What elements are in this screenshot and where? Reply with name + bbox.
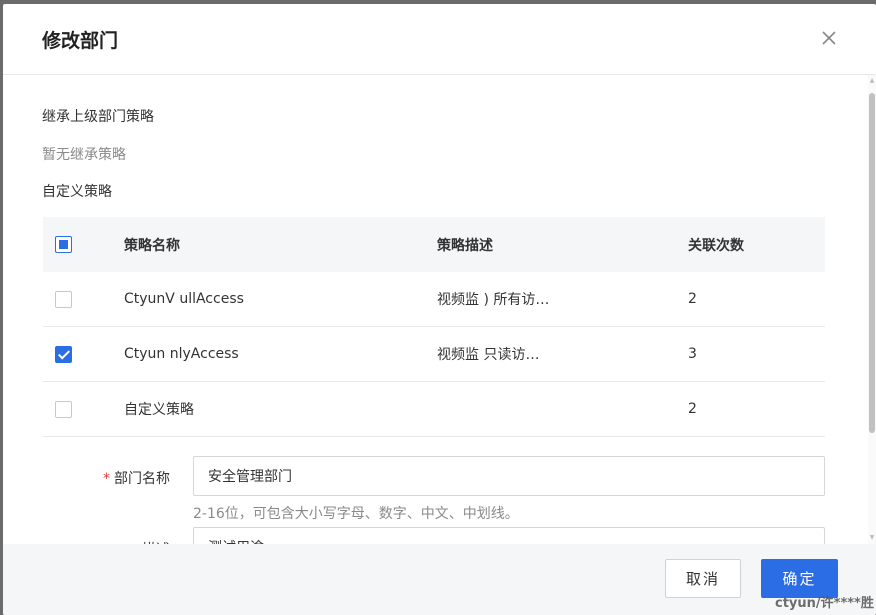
policy-name: 自定义策略 xyxy=(124,402,194,418)
inherited-policy-empty: 暂无继承策略 xyxy=(42,147,126,163)
row-checkbox[interactable] xyxy=(55,345,72,363)
dialog-title: 修改部门 xyxy=(42,30,119,52)
required-mark: * xyxy=(103,471,110,487)
table-header: 策略名称 策略描述 关联次数 xyxy=(43,217,825,272)
policy-desc: 视频监 ) 所有访… xyxy=(437,292,550,308)
close-icon[interactable] xyxy=(820,29,838,47)
policy-count: 2 xyxy=(688,401,697,417)
desc-input[interactable] xyxy=(193,527,825,544)
dialog-header: 修改部门 xyxy=(3,4,876,75)
dialog-footer: 取消 确定 xyxy=(3,544,876,615)
table-row[interactable]: CtyunV ullAccess 视频监 ) 所有访… 2 xyxy=(43,272,825,327)
scroll-thumb[interactable] xyxy=(869,93,875,433)
policy-count: 2 xyxy=(688,291,697,307)
select-all-checkbox[interactable] xyxy=(55,236,72,253)
row-checkbox[interactable] xyxy=(55,290,72,308)
policy-name: CtyunV ullAccess xyxy=(124,291,244,307)
scroll-down-icon[interactable]: ▼ xyxy=(868,534,876,542)
dept-name-input[interactable] xyxy=(193,456,825,496)
table-row[interactable]: Ctyun nlyAccess 视频监 只读访… 3 xyxy=(43,327,825,382)
row-checkbox[interactable] xyxy=(55,400,72,418)
dept-name-label: * 部门名称 xyxy=(103,471,170,487)
policy-table: 策略名称 策略描述 关联次数 CtyunV ullAccess 视频监 ) 所有… xyxy=(43,217,825,437)
dialog-body: 继承上级部门策略 暂无继承策略 自定义策略 策略名称 策略描述 关联次数 Cty… xyxy=(3,75,876,544)
scrollbar[interactable]: ▲ ▼ xyxy=(868,75,876,544)
policy-desc: 视频监 只读访… xyxy=(437,347,540,363)
policy-desc xyxy=(437,382,657,436)
inherited-policy-label: 继承上级部门策略 xyxy=(42,109,154,125)
edit-department-dialog: 修改部门 继承上级部门策略 暂无继承策略 自定义策略 策略名称 策略描述 关联次… xyxy=(3,4,876,615)
custom-policy-label: 自定义策略 xyxy=(42,184,112,200)
scroll-up-icon[interactable]: ▲ xyxy=(868,77,876,85)
watermark: ctyun/许****胜 xyxy=(775,596,874,611)
dept-name-hint: 2-16位，可包含大小写字母、数字、中文、中划线。 xyxy=(193,506,519,522)
column-header-desc: 策略描述 xyxy=(437,237,493,254)
column-header-name: 策略名称 xyxy=(124,237,180,254)
policy-name: Ctyun nlyAccess xyxy=(124,346,239,362)
column-header-count: 关联次数 xyxy=(688,237,744,254)
policy-count: 3 xyxy=(688,346,697,362)
cancel-button[interactable]: 取消 xyxy=(665,559,741,598)
table-row[interactable]: 自定义策略 2 xyxy=(43,382,825,437)
